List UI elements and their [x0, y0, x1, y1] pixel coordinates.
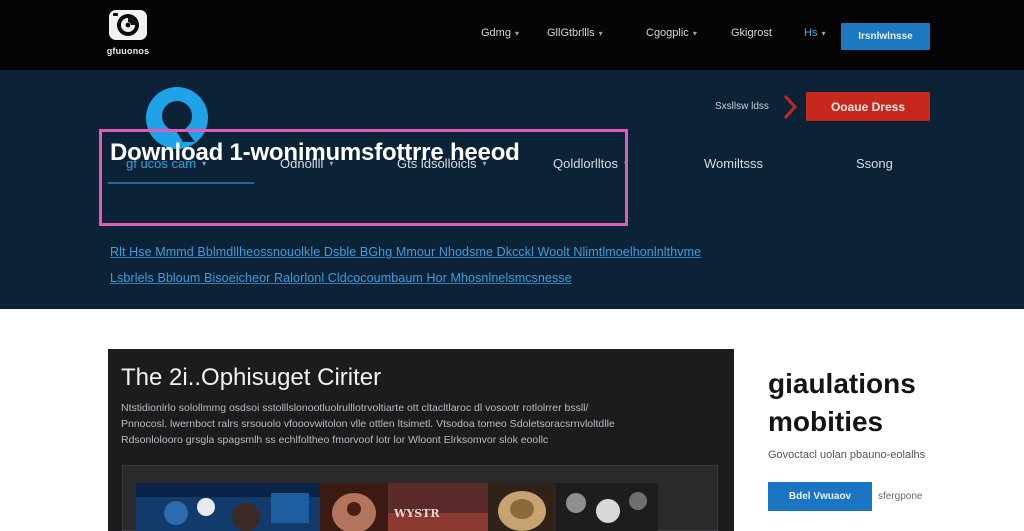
subnav-item-6[interactable]: Ssong	[856, 156, 893, 171]
side-secondary-link[interactable]: sfergpone	[878, 491, 922, 502]
language-label: Hs	[804, 27, 818, 39]
camera-swirl-icon	[109, 10, 147, 40]
top-nav-label: Cgogplic	[646, 27, 689, 39]
side-title-line-1: giaulations	[768, 368, 916, 399]
top-nav-label: GllGtbrllls	[547, 27, 595, 39]
subnav-item-5[interactable]: Womiltsss	[704, 156, 763, 171]
feature-card-title: The 2i..Ophisuget Ciriter	[121, 364, 382, 391]
feature-card-text-line: Rdsonlolooro grsgla spagsmlh ss echlfolt…	[121, 434, 549, 446]
media-thumbnail-5[interactable]	[556, 483, 658, 531]
top-nav-item-2[interactable]: GllGtbrllls ▾	[547, 27, 603, 39]
brand-name: gfuuonos	[106, 46, 150, 56]
top-bar: gfuuonos Gdmg ▾ GllGtbrllls ▾ Cgogplic ▾…	[0, 0, 1024, 70]
chevron-down-icon: ▾	[514, 28, 519, 38]
chevron-down-icon: ▾	[692, 28, 697, 38]
feature-card-text-line: Ntstidionlrlo solollmmg osdsoi sstolllsl…	[121, 402, 589, 414]
language-selector[interactable]: Hs ▾	[804, 27, 825, 39]
side-description: Govoctacl uolan pbauno-eolalhs	[768, 449, 926, 461]
media-thumbnail-4[interactable]	[488, 483, 556, 531]
top-nav-item-3[interactable]: Cgogplic ▾	[646, 27, 697, 39]
media-thumbnail-1[interactable]	[136, 483, 320, 531]
media-thumbnail-2[interactable]	[320, 483, 388, 531]
side-action-button[interactable]: Bdel Vwuaov	[768, 482, 872, 511]
top-nav-item-4[interactable]: Gkigrost	[731, 27, 772, 39]
chevron-down-icon: ▾	[821, 28, 826, 38]
top-nav-item-1[interactable]: Gdmg ▾	[481, 27, 519, 39]
subnav-label: Womiltsss	[704, 156, 763, 171]
top-nav-label: Gdmg	[481, 27, 511, 39]
hero-headline: Download 1-wonimumsfottrre heeod	[110, 139, 520, 166]
brand-logo[interactable]: gfuuonos	[102, 8, 154, 60]
hero-link-line-2[interactable]: Lsbrlels Bbloum Bisoeicheor Ralorlonl Cl…	[110, 271, 572, 285]
top-cta-button[interactable]: Irsnlwlnsse	[841, 23, 930, 50]
subnav-label: Ssong	[856, 156, 893, 171]
top-nav-label: Gkigrost	[731, 27, 772, 39]
side-title-line-2: mobities	[768, 406, 884, 437]
hero-link-line-1[interactable]: Rlt Hse Mmmd Bblmdllheossnouolkle Dsble …	[110, 245, 701, 259]
hero-cta-button[interactable]: Ooaue Dress	[806, 92, 930, 121]
feature-card-text-line: Pnnocosl. lwernboct ralrs srsouolo vfooo…	[121, 418, 615, 430]
hero-small-text: Sxsllsw ldss	[715, 101, 769, 112]
thumbnail-caption: WYSTR	[394, 507, 440, 520]
arrow-right-icon	[783, 95, 797, 119]
chevron-down-icon: ▾	[598, 28, 603, 38]
